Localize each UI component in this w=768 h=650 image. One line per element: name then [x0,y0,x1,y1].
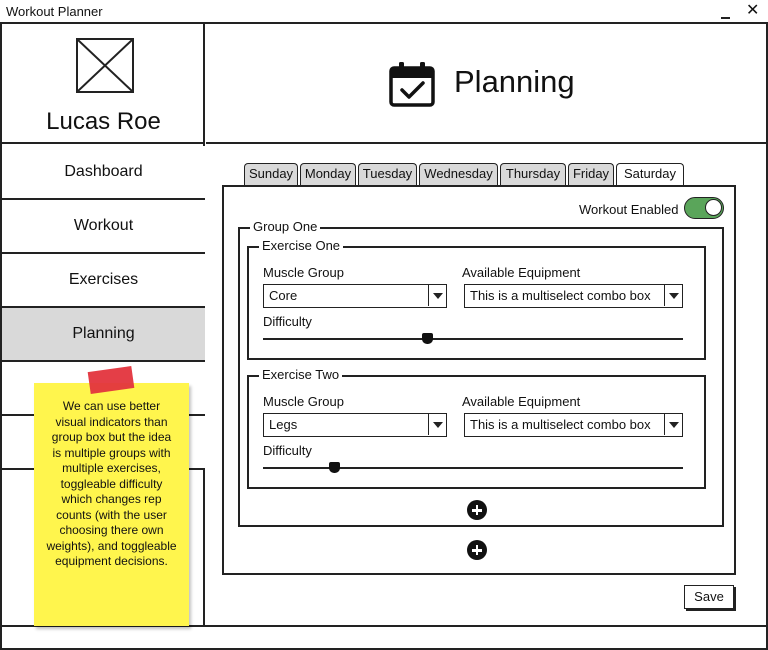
exercise-title: Exercise One [259,238,344,253]
difficulty-label: Difficulty [263,314,312,329]
sidebar-item-exercises[interactable]: Exercises [2,254,205,308]
chevron-down-icon[interactable] [664,285,682,306]
profile-card: Lucas Roe [2,24,205,144]
muscle-group-label: Muscle Group [263,394,344,409]
equipment-multiselect[interactable]: This is a multiselect combo box [464,413,683,437]
tab-tuesday[interactable]: Tuesday [358,163,417,185]
add-exercise-button[interactable] [467,500,487,520]
equipment-label: Available Equipment [462,394,581,409]
group-title: Group One [250,219,321,234]
equipment-value: This is a multiselect combo box [470,288,651,303]
page-title: Planning [454,64,575,99]
equipment-label: Available Equipment [462,265,581,280]
difficulty-slider[interactable] [263,338,683,340]
tab-sunday[interactable]: Sunday [244,163,298,185]
workout-enabled-toggle[interactable] [684,197,724,219]
chevron-down-icon[interactable] [428,414,446,435]
avatar [76,38,134,93]
equipment-multiselect[interactable]: This is a multiselect combo box [464,284,683,308]
page-header: Planning [206,24,766,144]
tab-wednesday[interactable]: Wednesday [419,163,498,185]
sticky-note: We can use better visual indicators than… [34,366,189,626]
chevron-down-icon[interactable] [428,285,446,306]
sticky-note-text: We can use better visual indicators than… [46,399,177,568]
close-icon[interactable]: ✕ [746,3,759,19]
add-group-button[interactable] [467,540,487,560]
title-bar: Workout Planner ✕ [0,0,768,24]
equipment-value: This is a multiselect combo box [470,417,651,432]
calendar-check-icon [389,62,435,107]
muscle-group-value: Core [269,288,298,303]
tab-thursday[interactable]: Thursday [500,163,566,185]
difficulty-slider-thumb[interactable] [421,333,433,344]
image-placeholder-icon [77,39,133,92]
tape [87,366,135,394]
sidebar-item-dashboard[interactable]: Dashboard [2,146,205,200]
tab-friday[interactable]: Friday [568,163,614,185]
muscle-group-select[interactable]: Legs [263,413,447,437]
sidebar-item-workout[interactable]: Workout [2,200,205,254]
difficulty-slider[interactable] [263,467,683,469]
minimize-icon[interactable] [720,8,732,20]
tab-monday[interactable]: Monday [300,163,356,185]
sidebar-item-planning[interactable]: Planning [2,308,205,362]
window-title: Workout Planner [6,4,103,19]
save-button[interactable]: Save [684,585,734,609]
toggle-knob [705,199,722,216]
user-name: Lucas Roe [46,108,161,135]
workout-enabled-label: Workout Enabled [579,202,679,217]
muscle-group-value: Legs [269,417,298,432]
difficulty-label: Difficulty [263,443,312,458]
muscle-group-label: Muscle Group [263,265,344,280]
chevron-down-icon[interactable] [664,414,682,435]
exercise-title: Exercise Two [259,367,343,382]
tab-saturday[interactable]: Saturday [616,163,684,187]
muscle-group-select[interactable]: Core [263,284,447,308]
